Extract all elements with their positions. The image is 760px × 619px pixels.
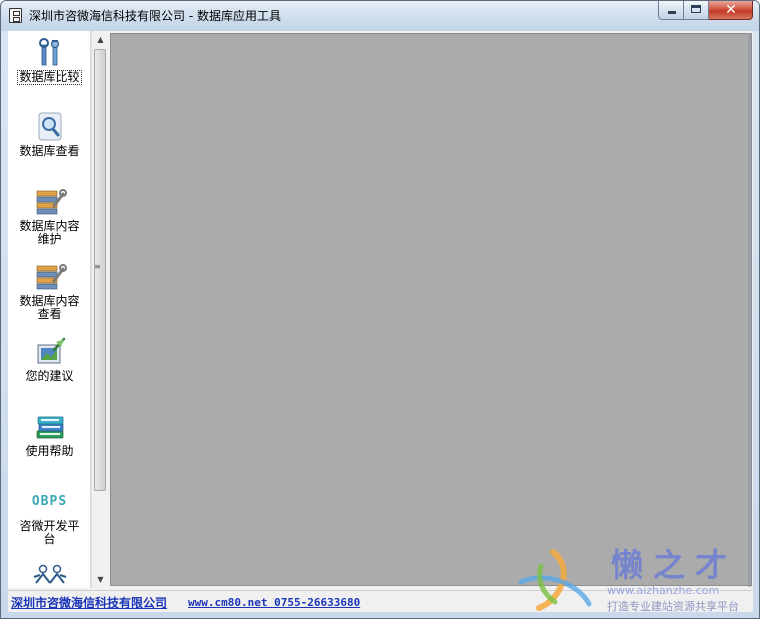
sidebar-item-label: 咨微开发平台 <box>19 519 80 546</box>
tools-icon <box>38 38 59 66</box>
close-icon: ✕ <box>725 2 737 18</box>
sidebar-item-help[interactable]: 使用帮助 <box>8 411 90 458</box>
sidebar-item-db-content-view[interactable]: 数据库内容查看 <box>8 261 90 321</box>
app-window: 深圳市咨微海信科技有限公司 - 数据库应用工具 ✕ 数据库比较 数据库查看 数据… <box>0 0 760 619</box>
obps-logo-icon: OBPS <box>31 494 68 509</box>
client-area: 数据库比较 数据库查看 数据库内容维护 数据库内容查看 您的建议 使用帮助 OB… <box>8 31 753 612</box>
sidebar-item-users[interactable] <box>8 561 90 588</box>
status-bar: 深圳市咨微海信科技有限公司 www.cm80.net 0755-26633680 <box>8 590 753 612</box>
sidebar: 数据库比较 数据库查看 数据库内容维护 数据库内容查看 您的建议 使用帮助 OB… <box>8 31 91 588</box>
sidebar-item-label: 数据库内容查看 <box>19 294 80 321</box>
maximize-button[interactable] <box>684 1 709 20</box>
sidebar-item-label: 使用帮助 <box>25 444 74 458</box>
sidebar-item-db-view[interactable]: 数据库查看 <box>8 111 90 158</box>
feedback-icon <box>37 337 65 364</box>
books-icon <box>36 416 63 439</box>
maximize-icon <box>691 5 701 13</box>
scroll-up-button[interactable]: ▲ <box>92 31 109 48</box>
sidebar-item-label: 数据库比较 <box>17 70 82 85</box>
system-menu-icon[interactable] <box>9 8 22 23</box>
sidebar-item-dev-platform[interactable]: OBPS 咨微开发平台 <box>8 486 90 546</box>
database-view-icon <box>36 264 67 290</box>
sidebar-item-label: 数据库内容维护 <box>19 219 80 246</box>
contact-link[interactable]: www.cm80.net 0755-26633680 <box>188 596 360 609</box>
close-button[interactable]: ✕ <box>709 1 753 20</box>
magnifier-icon <box>38 112 61 141</box>
minimize-button[interactable] <box>658 1 684 20</box>
caption-buttons: ✕ <box>658 1 753 21</box>
minimize-icon <box>668 11 676 14</box>
people-icon <box>33 564 66 584</box>
sidebar-item-feedback[interactable]: 您的建议 <box>8 336 90 383</box>
scroll-down-button[interactable]: ▼ <box>92 571 109 588</box>
splitter-grip-icon[interactable]: ≡ <box>94 263 101 275</box>
database-edit-icon <box>36 189 67 215</box>
workspace-edge <box>748 34 751 587</box>
company-link[interactable]: 深圳市咨微海信科技有限公司 <box>11 594 167 611</box>
title-bar[interactable]: 深圳市咨微海信科技有限公司 - 数据库应用工具 ✕ <box>1 1 759 31</box>
sidebar-item-db-maintain[interactable]: 数据库内容维护 <box>8 186 90 246</box>
mdi-workspace[interactable] <box>110 33 752 587</box>
sidebar-item-label: 您的建议 <box>25 369 74 383</box>
sidebar-item-label: 数据库查看 <box>19 144 80 158</box>
window-title: 深圳市咨微海信科技有限公司 - 数据库应用工具 <box>29 9 281 23</box>
sidebar-item-db-compare[interactable]: 数据库比较 <box>8 37 90 85</box>
sidebar-scrollbar[interactable]: ▲ ▼ <box>91 31 108 588</box>
